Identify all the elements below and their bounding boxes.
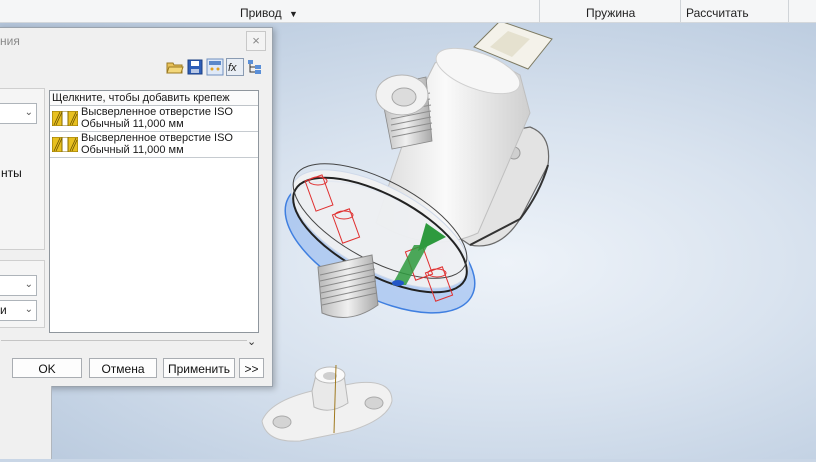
- model-browser-panel: [0, 386, 52, 459]
- diameter-combo-value: и: [0, 303, 7, 317]
- drilled-hole-icon: [52, 137, 78, 152]
- ribbon-group-drive[interactable]: Привод ▼: [240, 0, 298, 22]
- thread-panel: ⌄ и ⌄: [0, 260, 45, 328]
- ribbon-group-calculate-label: Рассчитать: [686, 6, 749, 20]
- base-bracket[interactable]: [261, 364, 393, 442]
- side-fitting[interactable]: [375, 74, 433, 150]
- list-item[interactable]: Высверленное отверстие ISO Обычный 11,00…: [50, 132, 258, 158]
- list-item[interactable]: Высверленное отверстие ISO Обычный 11,00…: [50, 106, 258, 132]
- fastener-list[interactable]: Щелкните, чтобы добавить крепеж Высверле…: [49, 90, 259, 333]
- tree-icon[interactable]: [246, 58, 264, 76]
- ribbon-separator: [788, 0, 789, 22]
- chevron-down-icon: ⌄: [24, 107, 33, 118]
- ribbon-group-spring-label: Пружина: [586, 6, 636, 20]
- dialog-titlebar[interactable]: ния ×: [0, 28, 272, 54]
- fastener-type: Высверленное отверстие ISO: [81, 106, 233, 118]
- calculator-icon[interactable]: [206, 58, 224, 76]
- ribbon-separator: [539, 0, 540, 22]
- save-icon[interactable]: [186, 58, 204, 76]
- thread-type-combo[interactable]: ⌄: [0, 275, 37, 296]
- open-folder-icon[interactable]: [166, 58, 184, 76]
- svg-text:fx: fx: [228, 62, 237, 74]
- components-label: нты: [1, 166, 22, 180]
- fastener-type: Высверленное отверстие ISO: [81, 132, 233, 144]
- placement-panel: ⌄ нты: [0, 88, 45, 250]
- expand-chevron-icon[interactable]: ⌄: [247, 335, 256, 348]
- function-icon[interactable]: fx: [226, 58, 244, 76]
- apply-button[interactable]: Применить: [163, 358, 235, 378]
- bolted-connection-dialog: ния × fx ⌄ нты ⌄ и ⌄ Щелкните, чтобы доб…: [0, 27, 273, 387]
- caret-down-icon: ▼: [289, 9, 298, 19]
- ribbon-group-drive-label: Привод: [240, 6, 282, 20]
- fastener-size: Обычный 11,000 мм: [81, 118, 184, 130]
- add-fastener-header[interactable]: Щелкните, чтобы добавить крепеж: [50, 91, 258, 106]
- placement-combo[interactable]: ⌄: [0, 103, 37, 124]
- ok-button[interactable]: OK: [12, 358, 82, 378]
- chevron-down-icon: ⌄: [24, 279, 33, 290]
- more-button[interactable]: >>: [239, 358, 264, 378]
- ribbon-separator: [680, 0, 681, 22]
- close-button[interactable]: ×: [246, 31, 266, 51]
- ribbon-group-spring[interactable]: Пружина: [586, 0, 635, 22]
- diameter-combo[interactable]: и ⌄: [0, 300, 37, 321]
- fastener-size: Обычный 11,000 мм: [81, 144, 184, 156]
- ribbon: Привод ▼ Пружина Рассчитать: [0, 0, 816, 23]
- divider: [1, 340, 247, 341]
- cancel-button[interactable]: Отмена: [89, 358, 157, 378]
- close-icon: ×: [252, 33, 260, 48]
- ribbon-group-calculate[interactable]: Рассчитать: [686, 0, 749, 22]
- drilled-hole-icon: [52, 111, 78, 126]
- chevron-down-icon: ⌄: [24, 304, 33, 315]
- dialog-title: ния: [0, 34, 20, 48]
